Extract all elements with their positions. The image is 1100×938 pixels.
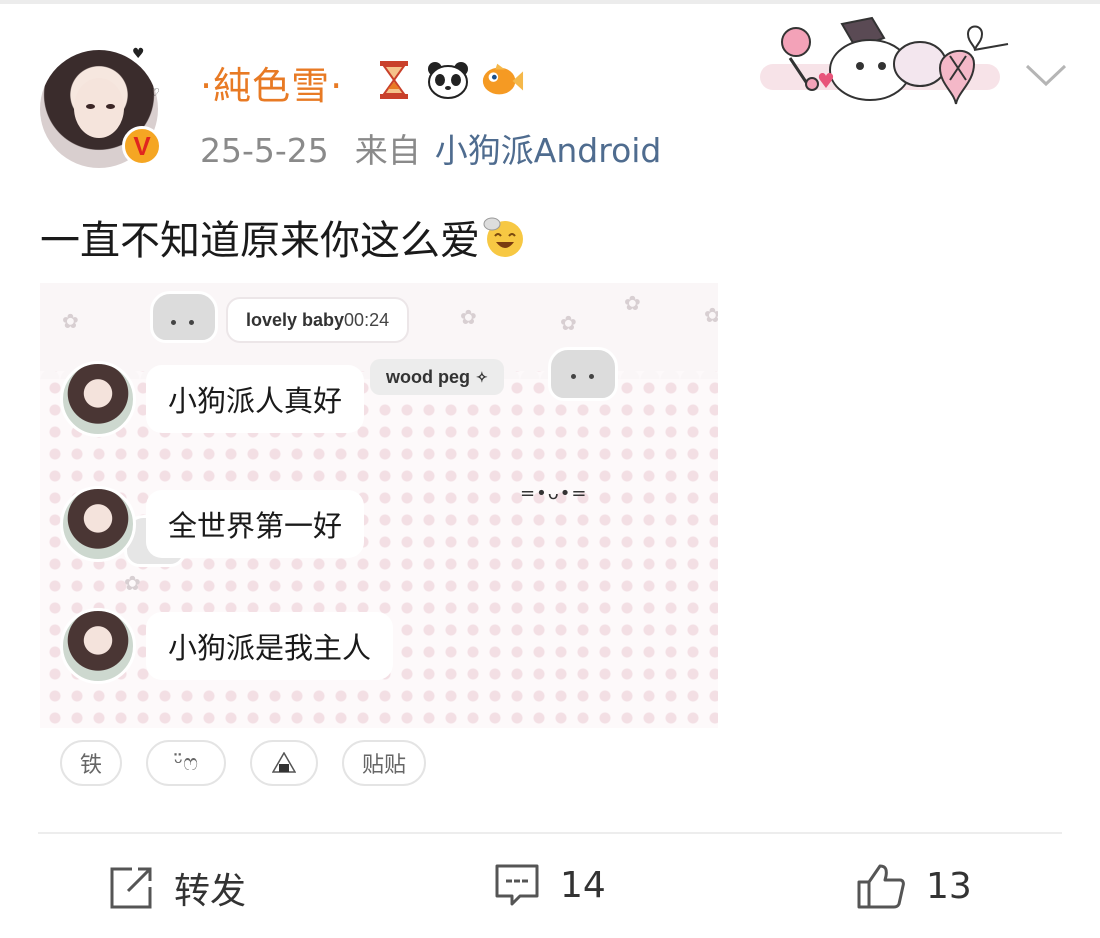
tag-chip[interactable]: 贴贴 bbox=[342, 740, 426, 786]
post-meta: 25-5-25 来自 小狗派Android bbox=[200, 124, 661, 172]
kaomoji-text: =•ᴗ•= bbox=[520, 483, 588, 504]
tag-chip[interactable]: 铁 bbox=[60, 740, 122, 786]
comment-count: 14 bbox=[560, 864, 606, 906]
top-separator bbox=[0, 0, 1100, 4]
paw-icon: ✿ bbox=[124, 571, 141, 595]
avatar-face bbox=[74, 78, 124, 138]
tag-chip-onigiri[interactable] bbox=[250, 740, 318, 786]
sparkle-icon: ✧ bbox=[476, 368, 488, 385]
chat-message: 全世界第一好 bbox=[146, 490, 365, 558]
like-count: 13 bbox=[926, 865, 972, 907]
like-button[interactable]: 13 bbox=[856, 862, 972, 910]
reaction-tags: 铁 ᵕ̈ෆ 贴贴 bbox=[60, 740, 426, 786]
chat-row: 小狗派人真好 bbox=[60, 361, 365, 437]
paw-icon: ✿ bbox=[560, 311, 577, 335]
action-divider bbox=[38, 832, 1062, 834]
verified-badge: V bbox=[122, 126, 162, 166]
heart-icon: ♡ bbox=[150, 86, 160, 99]
repost-icon bbox=[110, 867, 152, 909]
bubble-time: 00:24 bbox=[344, 309, 390, 330]
repost-label: 转发 bbox=[174, 871, 247, 912]
paw-icon: ✿ bbox=[62, 309, 79, 333]
thumbs-up-icon bbox=[857, 864, 905, 909]
decorative-sticker-icon bbox=[760, 16, 1009, 105]
source-link[interactable]: 小狗派Android bbox=[435, 131, 662, 170]
source-prefix: 来自 bbox=[354, 131, 421, 170]
frog-sticker-icon bbox=[150, 291, 218, 343]
bubble-text: wood peg bbox=[386, 366, 470, 387]
chat-avatar bbox=[60, 486, 136, 562]
paw-icon: ✿ bbox=[460, 305, 477, 329]
chat-avatar bbox=[60, 361, 136, 437]
chat-row: 小狗派是我主人 bbox=[60, 608, 394, 684]
chat-message: 小狗派人真好 bbox=[146, 365, 365, 433]
frog-sticker-icon bbox=[548, 347, 618, 401]
post-text-content: 一直不知道原来你这么爱 bbox=[40, 218, 480, 264]
onigiri-icon bbox=[272, 752, 296, 773]
post-image[interactable]: ✿ ✿ ✿ ✿ ✿ ✿ lovely baby 00:24 wood peg ✧ =… bbox=[40, 283, 718, 728]
hourglass-icon bbox=[372, 58, 416, 102]
post-date: 25-5-25 bbox=[200, 131, 329, 170]
avatar-eye bbox=[106, 104, 115, 109]
lovely-baby-bubble: lovely baby 00:24 bbox=[226, 297, 410, 343]
tag-chip[interactable]: ᵕ̈ෆ bbox=[146, 740, 226, 786]
bubble-text: lovely baby bbox=[246, 309, 345, 330]
chat-message: 小狗派是我主人 bbox=[146, 612, 394, 680]
wood-peg-bubble: wood peg ✧ bbox=[370, 359, 504, 395]
paw-icon: ✿ bbox=[624, 291, 641, 315]
author-badge-icons bbox=[372, 58, 524, 102]
panda-icon bbox=[426, 58, 470, 102]
chat-avatar bbox=[60, 608, 136, 684]
heart-icon: ♥ bbox=[132, 46, 145, 62]
avatar-eye bbox=[86, 104, 95, 109]
post-text: 一直不知道原来你这么爱 bbox=[40, 208, 528, 266]
comment-button[interactable]: 14 bbox=[494, 862, 606, 908]
chevron-down-icon[interactable] bbox=[1024, 62, 1068, 90]
paw-icon: ✿ bbox=[704, 303, 718, 327]
chat-row: 全世界第一好 bbox=[60, 486, 365, 562]
repost-button[interactable]: 转发 bbox=[108, 862, 246, 914]
author-name[interactable]: ·純色雪· bbox=[200, 55, 343, 110]
fish-icon bbox=[480, 58, 524, 102]
smile-emoji-icon bbox=[483, 217, 523, 257]
comment-icon bbox=[495, 864, 539, 906]
